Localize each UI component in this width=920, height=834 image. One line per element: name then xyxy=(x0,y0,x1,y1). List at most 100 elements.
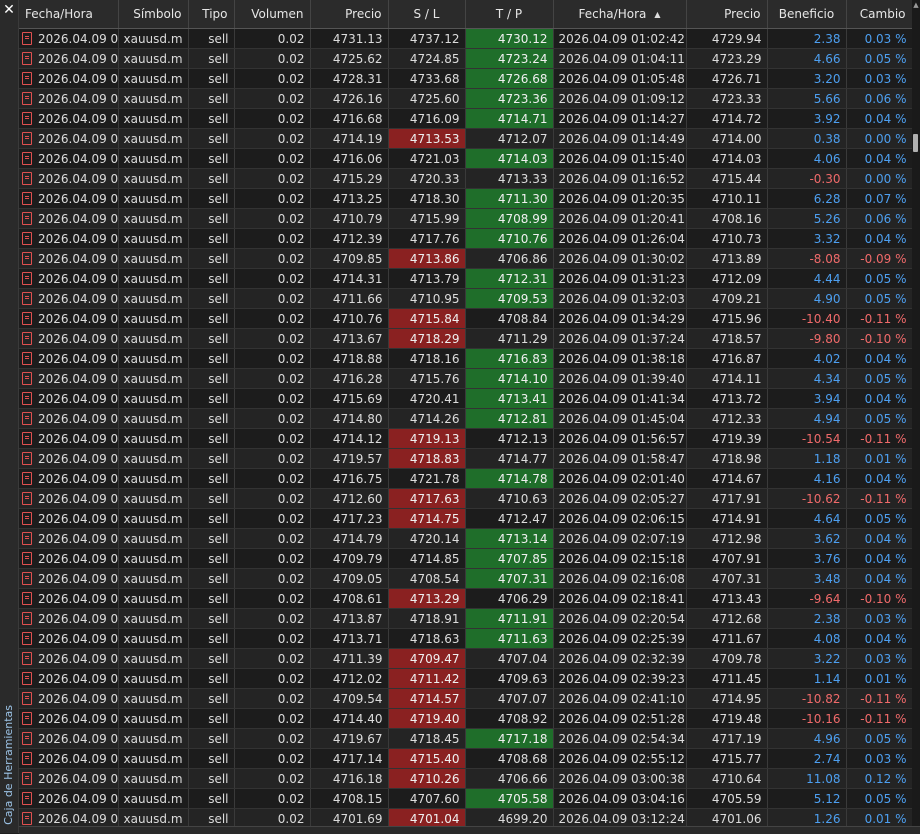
close-icon[interactable]: ✕ xyxy=(2,3,16,17)
col-symbol[interactable]: Símbolo xyxy=(118,0,189,29)
table-row[interactable]: 2026.04.09 0...xauusd.msell0.024717.2347… xyxy=(19,508,912,529)
cell-sl: 4707.60 xyxy=(388,788,466,809)
cell-change: 0.04 % xyxy=(846,108,912,129)
col-profit[interactable]: Beneficio xyxy=(767,0,847,29)
cell-tp: 4707.07 xyxy=(465,688,554,709)
table-row[interactable]: 2026.04.09 0...xauusd.msell0.024709.8547… xyxy=(19,248,912,269)
cell-symbol: xauusd.m xyxy=(118,88,189,109)
col-type[interactable]: Tipo xyxy=(188,0,235,29)
trade-doc-icon xyxy=(22,391,32,405)
cell-sl: 4720.14 xyxy=(388,528,466,549)
col-close-time[interactable]: Fecha/Hora ▲ xyxy=(553,0,687,29)
cell-volume: 0.02 xyxy=(234,308,311,329)
table-row[interactable]: 2026.04.09 0...xauusd.msell0.024713.2547… xyxy=(19,188,912,209)
cell-tp: 4708.99 xyxy=(465,208,554,229)
cell-type: sell xyxy=(188,408,235,429)
table-row[interactable]: 2026.04.09 0...xauusd.msell0.024712.3947… xyxy=(19,228,912,249)
scroll-up-icon[interactable]: ▲ xyxy=(912,1,920,9)
cell-profit: 4.96 xyxy=(767,728,847,749)
table-row[interactable]: 2026.04.09 0...xauusd.msell0.024716.1847… xyxy=(19,768,912,789)
cell-sl: 4710.26 xyxy=(388,768,466,789)
cell-profit: -9.80 xyxy=(767,328,847,349)
cell-close-time: 2026.04.09 01:39:40 xyxy=(553,368,687,389)
cell-profit: 4.66 xyxy=(767,48,847,69)
cell-volume: 0.02 xyxy=(234,148,311,169)
table-row[interactable]: 2026.04.09 0...xauusd.msell0.024710.7647… xyxy=(19,308,912,329)
cell-volume: 0.02 xyxy=(234,448,311,469)
cell-close-price: 4715.77 xyxy=(686,748,768,769)
table-row[interactable]: 2026.04.09 0...xauusd.msell0.024716.2847… xyxy=(19,368,912,389)
table-row[interactable]: 2026.04.09 0...xauusd.msell0.024710.7947… xyxy=(19,208,912,229)
cell-close-time: 2026.04.09 01:38:18 xyxy=(553,348,687,369)
cell-volume: 0.02 xyxy=(234,488,311,509)
col-volume[interactable]: Volumen xyxy=(234,0,311,29)
table-row[interactable]: 2026.04.09 0...xauusd.msell0.024709.0547… xyxy=(19,568,912,589)
table-row[interactable]: 2026.04.09 0...xauusd.msell0.024709.7947… xyxy=(19,548,912,569)
table-row[interactable]: 2026.04.09 0...xauusd.msell0.024717.1447… xyxy=(19,748,912,769)
cell-profit: -10.62 xyxy=(767,488,847,509)
table-row[interactable]: 2026.04.09 0...xauusd.msell0.024708.1547… xyxy=(19,788,912,809)
cell-volume: 0.02 xyxy=(234,368,311,389)
cell-change: 0.05 % xyxy=(846,508,912,529)
cell-open-time: 2026.04.09 0... xyxy=(19,228,119,249)
table-row[interactable]: 2026.04.09 0...xauusd.msell0.024714.4047… xyxy=(19,708,912,729)
table-row[interactable]: 2026.04.09 0...xauusd.msell0.024716.7547… xyxy=(19,468,912,489)
table-row[interactable]: 2026.04.09 0...xauusd.msell0.024725.6247… xyxy=(19,48,912,69)
table-row[interactable]: 2026.04.09 0...xauusd.msell0.024715.2947… xyxy=(19,168,912,189)
table-row[interactable]: 2026.04.09 0...xauusd.msell0.024714.7947… xyxy=(19,528,912,549)
table-row[interactable]: 2026.04.09 0...xauusd.msell0.024731.1347… xyxy=(19,28,912,49)
cell-volume: 0.02 xyxy=(234,808,311,826)
table-row[interactable]: 2026.04.09 0...xauusd.msell0.024714.1947… xyxy=(19,128,912,149)
trade-doc-icon xyxy=(22,231,32,245)
cell-symbol: xauusd.m xyxy=(118,468,189,489)
table-row[interactable]: 2026.04.09 0...xauusd.msell0.024711.3947… xyxy=(19,648,912,669)
table-row[interactable]: 2026.04.09 0...xauusd.msell0.024711.6647… xyxy=(19,288,912,309)
open-time-text: 2026.04.09 0... xyxy=(38,571,118,586)
table-row[interactable]: 2026.04.09 0...xauusd.msell0.024713.7147… xyxy=(19,628,912,649)
cell-profit: 6.28 xyxy=(767,188,847,209)
table-row[interactable]: 2026.04.09 0...xauusd.msell0.024713.8747… xyxy=(19,608,912,629)
table-row[interactable]: 2026.04.09 0...xauusd.msell0.024712.0247… xyxy=(19,668,912,689)
table-row[interactable]: 2026.04.09 0...xauusd.msell0.024708.6147… xyxy=(19,588,912,609)
table-row[interactable]: 2026.04.09 0...xauusd.msell0.024714.3147… xyxy=(19,268,912,289)
cell-tp: 4712.81 xyxy=(465,408,554,429)
table-row[interactable]: 2026.04.09 0...xauusd.msell0.024718.8847… xyxy=(19,348,912,369)
table-row[interactable]: 2026.04.09 0...xauusd.msell0.024715.6947… xyxy=(19,388,912,409)
table-row[interactable]: 2026.04.09 0...xauusd.msell0.024712.6047… xyxy=(19,488,912,509)
open-time-text: 2026.04.09 0... xyxy=(38,291,118,306)
col-tp[interactable]: T / P xyxy=(465,0,554,29)
table-row[interactable]: 2026.04.09 0...xauusd.msell0.024719.5747… xyxy=(19,448,912,469)
col-sl[interactable]: S / L xyxy=(388,0,466,29)
trade-doc-icon xyxy=(22,51,32,65)
cell-type: sell xyxy=(188,48,235,69)
col-close-price[interactable]: Precio xyxy=(686,0,768,29)
table-row[interactable]: 2026.04.09 0...xauusd.msell0.024701.6947… xyxy=(19,808,912,826)
cell-symbol: xauusd.m xyxy=(118,508,189,529)
table-row[interactable]: 2026.04.09 0...xauusd.msell0.024713.6747… xyxy=(19,328,912,349)
cell-change: -0.11 % xyxy=(846,428,912,449)
table-row[interactable]: 2026.04.09 0...xauusd.msell0.024719.6747… xyxy=(19,728,912,749)
table-row[interactable]: 2026.04.09 0...xauusd.msell0.024728.3147… xyxy=(19,68,912,89)
cell-sl: 4715.84 xyxy=(388,308,466,329)
scroll-thumb[interactable] xyxy=(913,134,918,152)
table-row[interactable]: 2026.04.09 0...xauusd.msell0.024714.8047… xyxy=(19,408,912,429)
table-row[interactable]: 2026.04.09 0...xauusd.msell0.024714.1247… xyxy=(19,428,912,449)
cell-change: 0.04 % xyxy=(846,568,912,589)
vertical-scrollbar[interactable]: ▲ xyxy=(912,0,920,826)
cell-open-time: 2026.04.09 0... xyxy=(19,568,119,589)
table-row[interactable]: 2026.04.09 0...xauusd.msell0.024716.0647… xyxy=(19,148,912,169)
table-row[interactable]: 2026.04.09 0...xauusd.msell0.024716.6847… xyxy=(19,108,912,129)
cell-close-time: 2026.04.09 02:32:39 xyxy=(553,648,687,669)
col-change[interactable]: Cambio xyxy=(846,0,912,29)
cell-symbol: xauusd.m xyxy=(118,608,189,629)
cell-open-time: 2026.04.09 0... xyxy=(19,168,119,189)
col-open-price[interactable]: Precio xyxy=(310,0,389,29)
table-row[interactable]: 2026.04.09 0...xauusd.msell0.024726.1647… xyxy=(19,88,912,109)
cell-profit: 2.38 xyxy=(767,608,847,629)
table-row[interactable]: 2026.04.09 0...xauusd.msell0.024709.5447… xyxy=(19,688,912,709)
cell-close-price: 4729.94 xyxy=(686,28,768,49)
cell-volume: 0.02 xyxy=(234,608,311,629)
col-open-time[interactable]: Fecha/Hora xyxy=(19,0,119,29)
open-time-text: 2026.04.09 0... xyxy=(38,91,118,106)
history-table: Fecha/Hora Símbolo Tipo Volumen Precio S… xyxy=(19,0,912,826)
